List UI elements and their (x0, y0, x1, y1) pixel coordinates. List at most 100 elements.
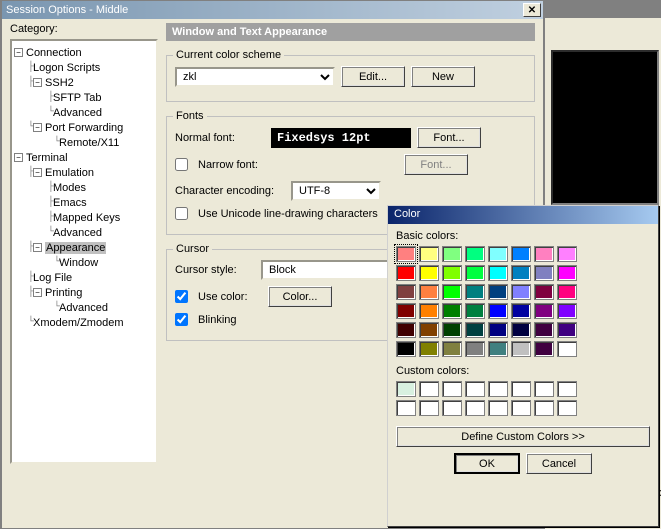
custom-color-swatch[interactable] (511, 400, 531, 416)
custom-color-swatch[interactable] (396, 400, 416, 416)
tree-sftp-tab[interactable]: SFTP Tab (53, 92, 102, 104)
tree-advanced[interactable]: Advanced (53, 227, 102, 239)
color-swatch[interactable] (534, 341, 554, 357)
close-button[interactable]: ✕ (523, 3, 541, 17)
color-swatch[interactable] (442, 322, 462, 338)
tree-window[interactable]: Window (59, 257, 98, 269)
color-swatch[interactable] (419, 265, 439, 281)
color-swatch[interactable] (534, 303, 554, 319)
tree-log-file[interactable]: Log File (33, 272, 72, 284)
color-swatch[interactable] (465, 303, 485, 319)
color-swatch[interactable] (419, 322, 439, 338)
custom-color-swatch[interactable] (557, 381, 577, 397)
color-swatch[interactable] (488, 303, 508, 319)
minus-icon[interactable]: − (33, 288, 42, 297)
custom-color-swatch[interactable] (488, 400, 508, 416)
custom-color-swatch[interactable] (442, 381, 462, 397)
color-button[interactable]: Color... (268, 286, 332, 307)
tree-advanced[interactable]: Advanced (53, 107, 102, 119)
color-swatch[interactable] (534, 322, 554, 338)
minus-icon[interactable]: − (33, 243, 42, 252)
color-swatch[interactable] (442, 265, 462, 281)
color-swatch[interactable] (511, 322, 531, 338)
color-swatch[interactable] (465, 341, 485, 357)
new-button[interactable]: New (411, 66, 475, 87)
color-swatch[interactable] (442, 246, 462, 262)
color-swatch[interactable] (511, 303, 531, 319)
tree-ssh2[interactable]: SSH2 (45, 77, 74, 89)
color-swatch[interactable] (557, 322, 577, 338)
color-swatch[interactable] (396, 284, 416, 300)
edit-button[interactable]: Edit... (341, 66, 405, 87)
custom-color-swatch[interactable] (419, 381, 439, 397)
minus-icon[interactable]: − (33, 78, 42, 87)
tree-emulation[interactable]: Emulation (45, 167, 94, 179)
color-swatch[interactable] (511, 265, 531, 281)
color-swatch[interactable] (557, 341, 577, 357)
category-tree[interactable]: −Connection ├ Logon Scripts ├−SSH2 ├ SFT… (10, 39, 158, 464)
custom-color-swatch[interactable] (511, 381, 531, 397)
tree-mapped-keys[interactable]: Mapped Keys (53, 212, 120, 224)
tree-connection[interactable]: Connection (26, 47, 82, 59)
tree-printing[interactable]: Printing (45, 287, 82, 299)
color-swatch[interactable] (488, 341, 508, 357)
color-swatch[interactable] (465, 265, 485, 281)
encoding-combo[interactable]: UTF-8 (291, 181, 381, 201)
color-swatch[interactable] (465, 284, 485, 300)
scheme-combo[interactable]: zkl (175, 67, 335, 87)
color-swatch[interactable] (534, 246, 554, 262)
tree-terminal[interactable]: Terminal (26, 152, 68, 164)
tree-port-forwarding[interactable]: Port Forwarding (45, 122, 123, 134)
color-swatch[interactable] (442, 284, 462, 300)
tree-emacs[interactable]: Emacs (53, 197, 87, 209)
custom-color-swatch[interactable] (396, 381, 416, 397)
color-swatch[interactable] (511, 341, 531, 357)
color-swatch[interactable] (557, 246, 577, 262)
color-swatch[interactable] (419, 284, 439, 300)
minus-icon[interactable]: − (33, 168, 42, 177)
minus-icon[interactable]: − (14, 48, 23, 57)
narrow-font-checkbox[interactable] (175, 158, 188, 171)
color-swatch[interactable] (465, 322, 485, 338)
tree-logon-scripts[interactable]: Logon Scripts (33, 62, 100, 74)
color-swatch[interactable] (557, 284, 577, 300)
ok-button[interactable]: OK (454, 453, 520, 474)
color-swatch[interactable] (419, 246, 439, 262)
custom-color-swatch[interactable] (442, 400, 462, 416)
color-swatch[interactable] (557, 265, 577, 281)
font-button[interactable]: Font... (417, 127, 481, 148)
blinking-checkbox[interactable] (175, 313, 188, 326)
cancel-button[interactable]: Cancel (526, 453, 592, 474)
tree-remote-x11[interactable]: Remote/X11 (59, 137, 119, 149)
color-swatch[interactable] (488, 322, 508, 338)
color-swatch[interactable] (396, 322, 416, 338)
minus-icon[interactable]: − (14, 153, 23, 162)
color-swatch[interactable] (419, 341, 439, 357)
color-swatch[interactable] (442, 341, 462, 357)
color-swatch[interactable] (488, 265, 508, 281)
custom-color-swatch[interactable] (465, 381, 485, 397)
define-custom-button[interactable]: Define Custom Colors >> (396, 426, 650, 447)
custom-color-swatch[interactable] (465, 400, 485, 416)
custom-color-swatch[interactable] (557, 400, 577, 416)
color-swatch[interactable] (396, 303, 416, 319)
color-swatch[interactable] (488, 246, 508, 262)
custom-color-swatch[interactable] (534, 381, 554, 397)
color-swatch[interactable] (396, 341, 416, 357)
color-swatch[interactable] (465, 246, 485, 262)
use-color-checkbox[interactable] (175, 290, 188, 303)
color-swatch[interactable] (557, 303, 577, 319)
minus-icon[interactable]: − (33, 123, 42, 132)
tree-appearance[interactable]: Appearance (45, 242, 106, 254)
unicode-checkbox[interactable] (175, 207, 188, 220)
color-swatch[interactable] (396, 246, 416, 262)
tree-xmodem[interactable]: Xmodem/Zmodem (33, 317, 123, 329)
tree-advanced[interactable]: Advanced (59, 302, 108, 314)
tree-modes[interactable]: Modes (53, 182, 86, 194)
custom-color-swatch[interactable] (488, 381, 508, 397)
color-swatch[interactable] (511, 284, 531, 300)
color-swatch[interactable] (534, 265, 554, 281)
color-swatch[interactable] (488, 284, 508, 300)
color-swatch[interactable] (396, 265, 416, 281)
color-swatch[interactable] (442, 303, 462, 319)
